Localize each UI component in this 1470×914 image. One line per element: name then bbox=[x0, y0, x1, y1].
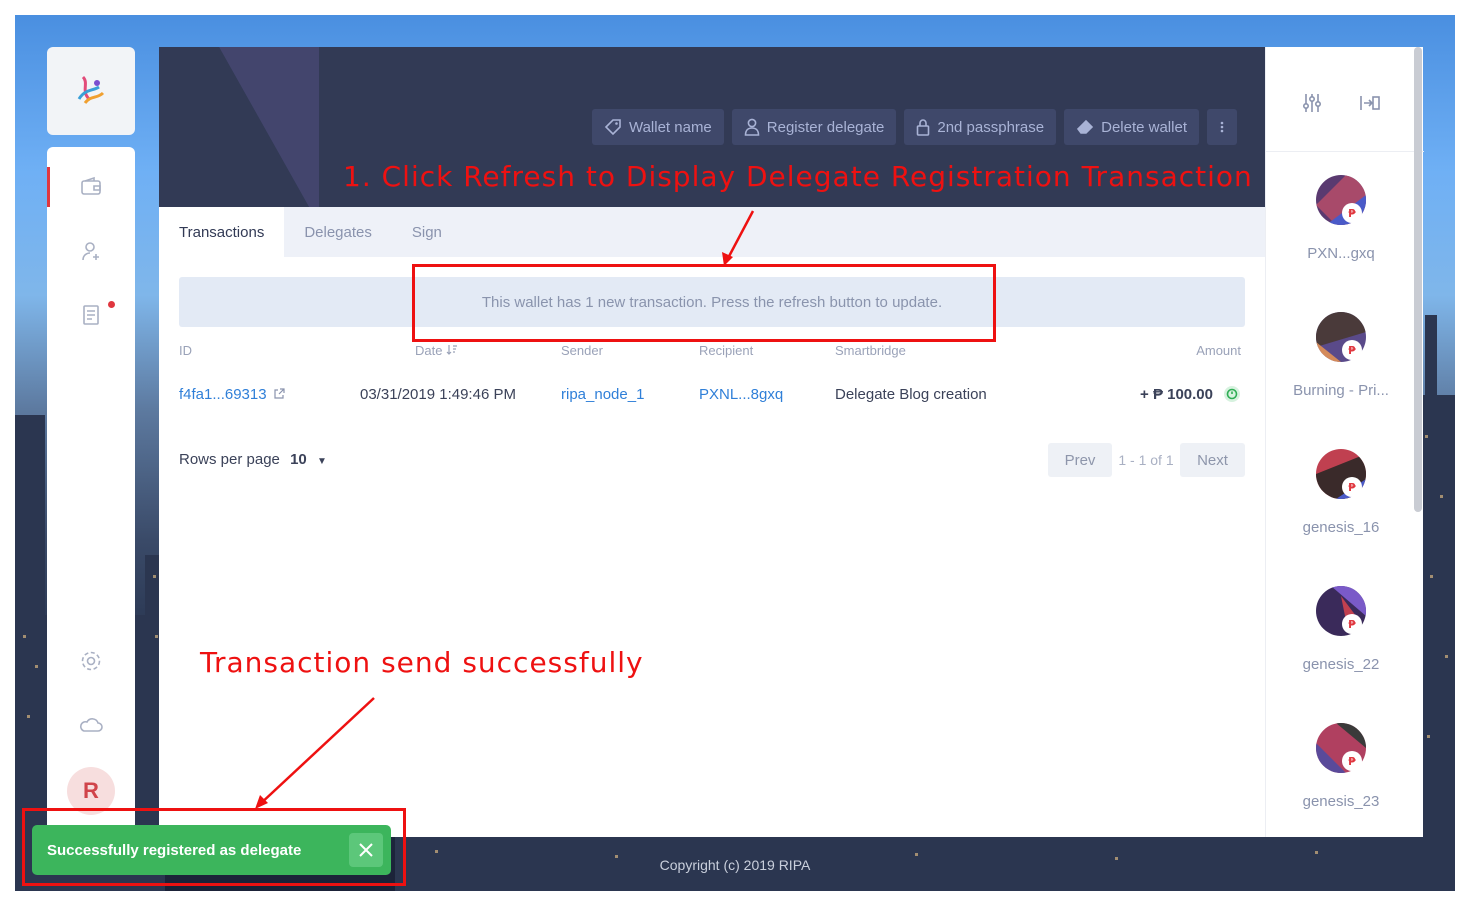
column-header-smartbridge[interactable]: Smartbridge bbox=[835, 343, 906, 358]
transaction-amount: + ₱ 100.00 bbox=[1140, 386, 1213, 403]
sidebar-item-network[interactable] bbox=[47, 705, 135, 745]
column-header-date[interactable]: Date bbox=[415, 343, 458, 358]
wallet-item[interactable]: ₱ genesis_16 bbox=[1266, 449, 1416, 569]
transaction-sender[interactable]: ripa_node_1 bbox=[561, 386, 644, 403]
ripa-badge-icon: ₱ bbox=[1342, 477, 1362, 497]
chevron-down-icon[interactable]: ▼ bbox=[317, 456, 327, 467]
wallet-name: Burning - Pri... bbox=[1293, 382, 1389, 399]
cloud-icon bbox=[80, 718, 103, 732]
tab-delegates[interactable]: Delegates bbox=[284, 207, 392, 257]
sidebar: R bbox=[47, 147, 135, 867]
annotation-refresh-text: 1. Click Refresh to Display Delegate Reg… bbox=[343, 160, 1253, 193]
lock-icon bbox=[917, 119, 930, 136]
wallet-name: genesis_22 bbox=[1302, 656, 1380, 673]
rows-per-page-select[interactable]: 10 bbox=[290, 451, 307, 468]
column-header-id[interactable]: ID bbox=[179, 343, 192, 358]
delete-wallet-label: Delete wallet bbox=[1101, 118, 1187, 136]
transaction-recipient[interactable]: PXNL...8gxq bbox=[699, 386, 783, 403]
ripa-logo-icon bbox=[77, 75, 105, 104]
wallet-name: genesis_16 bbox=[1302, 519, 1380, 536]
sidebar-item-announcements[interactable] bbox=[47, 295, 135, 335]
annotation-success-text: Transaction send successfully bbox=[200, 646, 644, 679]
notification-dot bbox=[108, 301, 115, 308]
wallet-sidebar-toolbar bbox=[1266, 47, 1424, 152]
prev-page-button[interactable]: Prev bbox=[1048, 443, 1112, 477]
sort-desc-icon bbox=[446, 345, 458, 355]
app-window: R Wallet name Register delegate 2nd pass… bbox=[15, 15, 1455, 891]
wallet-item[interactable]: ₱ PXN...gxq bbox=[1266, 175, 1416, 295]
second-passphrase-label: 2nd passphrase bbox=[937, 118, 1045, 136]
wallet-item[interactable]: ₱ genesis_22 bbox=[1266, 586, 1416, 706]
wallet-icon bbox=[81, 176, 101, 195]
clock-status-icon bbox=[1224, 386, 1240, 402]
confirmed-status bbox=[1223, 385, 1241, 407]
app-logo[interactable] bbox=[47, 47, 135, 135]
column-header-sender[interactable]: Sender bbox=[561, 343, 603, 358]
rows-per-page-label: Rows per page bbox=[179, 451, 280, 468]
transaction-smartbridge: Delegate Blog creation bbox=[835, 386, 987, 403]
tab-transactions[interactable]: Transactions bbox=[159, 207, 285, 257]
wallet-actions: Wallet name Register delegate 2nd passph… bbox=[591, 109, 1237, 145]
collapse-sidebar-icon[interactable] bbox=[1358, 91, 1382, 115]
user-icon bbox=[744, 118, 760, 136]
transaction-id-link[interactable]: f4fa1...69313 bbox=[179, 386, 285, 403]
sidebar-item-settings[interactable] bbox=[47, 641, 135, 681]
ripa-badge-icon: ₱ bbox=[1342, 614, 1362, 634]
wallet-sidebar: ₱ PXN...gxq ₱ Burning - Pri... ₱ genesis… bbox=[1265, 47, 1424, 837]
column-header-recipient[interactable]: Recipient bbox=[699, 343, 753, 358]
wallet-item[interactable]: ₱ genesis_23 bbox=[1266, 723, 1416, 843]
column-header-amount[interactable]: Amount bbox=[1196, 343, 1241, 358]
wallet-name: PXN...gxq bbox=[1307, 245, 1375, 262]
eraser-icon bbox=[1077, 119, 1094, 134]
annotation-banner-box bbox=[412, 264, 996, 342]
sidebar-item-wallets[interactable] bbox=[47, 167, 135, 207]
ripa-badge-icon: ₱ bbox=[1342, 340, 1362, 360]
wallet-name-label: Wallet name bbox=[628, 118, 712, 136]
next-page-button[interactable]: Next bbox=[1180, 443, 1245, 477]
register-delegate-label: Register delegate bbox=[766, 118, 885, 136]
rows-per-page: Rows per page 10 ▼ bbox=[179, 451, 327, 468]
external-link-icon bbox=[274, 388, 285, 399]
ripa-badge-icon: ₱ bbox=[1342, 751, 1362, 771]
dots-icon bbox=[1220, 121, 1224, 133]
transaction-date: 03/31/2019 1:49:46 PM bbox=[360, 386, 516, 403]
wallet-name: genesis_23 bbox=[1302, 793, 1380, 810]
wallet-tabs: Transactions Delegates Sign bbox=[159, 207, 1265, 257]
annotation-toast-box bbox=[22, 808, 406, 886]
tag-icon bbox=[604, 119, 621, 136]
document-icon bbox=[83, 305, 99, 325]
page-range: 1 - 1 of 1 bbox=[1118, 452, 1174, 468]
transaction-id: f4fa1...69313 bbox=[179, 386, 267, 403]
second-passphrase-button[interactable]: 2nd passphrase bbox=[904, 109, 1057, 145]
sidebar-item-contacts[interactable] bbox=[47, 231, 135, 271]
more-options-button[interactable] bbox=[1207, 109, 1237, 145]
wallet-item[interactable]: ₱ Burning - Pri... bbox=[1266, 312, 1416, 432]
column-header-date-label: Date bbox=[415, 343, 443, 358]
register-delegate-button[interactable]: Register delegate bbox=[731, 109, 897, 145]
ripa-badge-icon: ₱ bbox=[1342, 203, 1362, 223]
gear-icon bbox=[81, 651, 101, 671]
add-contact-icon bbox=[82, 242, 99, 261]
filter-sliders-icon[interactable] bbox=[1300, 91, 1324, 115]
tab-sign[interactable]: Sign bbox=[392, 207, 462, 257]
header-decoration bbox=[159, 47, 319, 207]
wallet-name-button[interactable]: Wallet name bbox=[591, 109, 724, 145]
delete-wallet-button[interactable]: Delete wallet bbox=[1064, 109, 1199, 145]
